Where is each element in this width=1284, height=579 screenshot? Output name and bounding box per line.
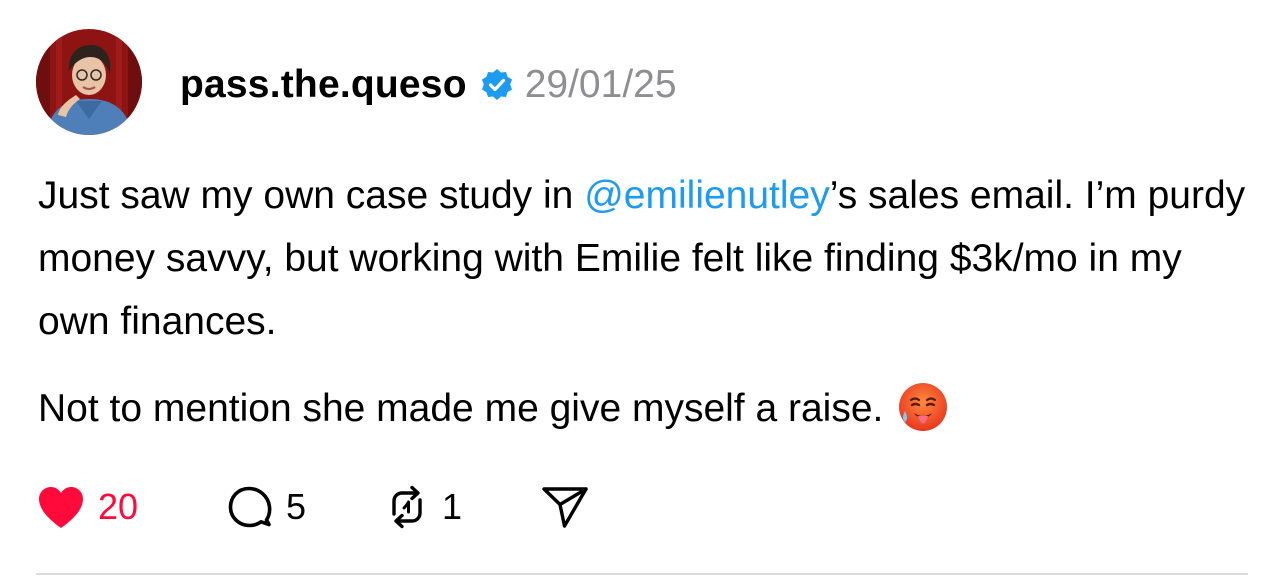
post-paragraph-1: Just saw my own case study in @emilienut… [38, 164, 1248, 353]
comment-icon [226, 483, 274, 531]
heart-icon [36, 484, 86, 530]
post-text-segment: Not to mention she made me give myself a… [38, 387, 884, 430]
repost-button[interactable]: 1 [384, 484, 540, 530]
avatar[interactable] [36, 29, 142, 135]
post-paragraph-2: Not to mention she made me give myself a… [38, 377, 1248, 440]
mention-link[interactable]: @emilienutley [584, 174, 830, 217]
post-text-segment: Just saw my own case study in [38, 174, 585, 217]
repost-count: 1 [442, 486, 463, 527]
verified-badge-icon [479, 67, 515, 103]
post-timestamp[interactable]: 29/01/25 [525, 63, 677, 107]
post-body: Just saw my own case study in @emilienut… [38, 164, 1248, 440]
post-header: pass.the.queso 29/01/25 [180, 58, 677, 112]
post-actions: 20 5 1 [36, 478, 590, 536]
reply-button[interactable]: 5 [226, 483, 384, 531]
like-count: 20 [98, 486, 139, 527]
divider [36, 573, 1248, 575]
username[interactable]: pass.the.queso [180, 63, 467, 107]
post-card: pass.the.queso 29/01/25 Just saw my own … [0, 0, 1284, 579]
share-button[interactable] [540, 484, 590, 530]
send-icon [540, 484, 590, 530]
repost-icon [384, 484, 430, 530]
reply-count: 5 [286, 486, 307, 527]
hot-face-emoji [897, 381, 949, 433]
like-button[interactable]: 20 [36, 484, 226, 530]
